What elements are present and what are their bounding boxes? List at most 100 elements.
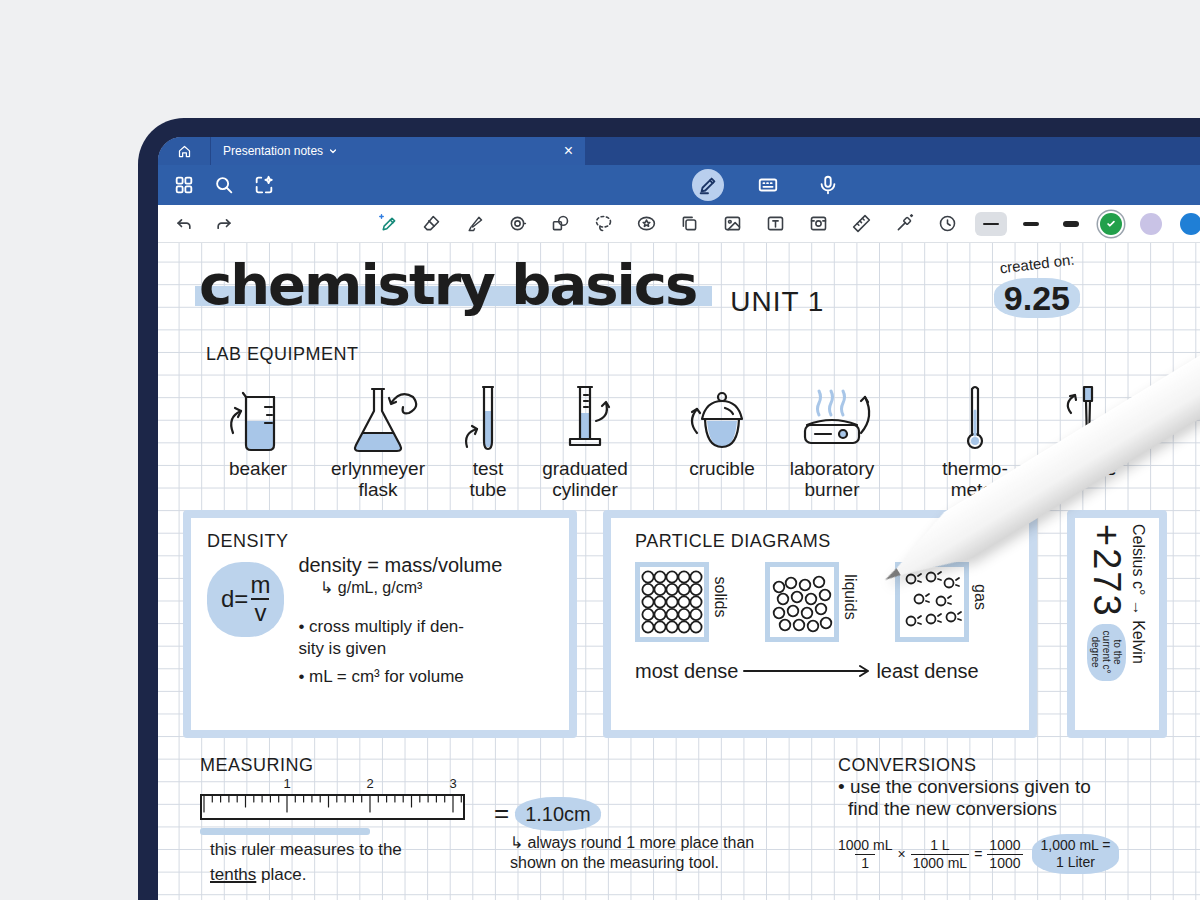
- density-bullets: • cross multiply if den-sity is given • m…: [298, 616, 502, 688]
- color-swatch[interactable]: [1140, 213, 1162, 235]
- particle-diagram: solids: [635, 562, 731, 642]
- stroke-width-line-icon[interactable]: [1063, 221, 1079, 227]
- main-toolbar: [158, 165, 1200, 205]
- eraser-icon[interactable]: [421, 213, 442, 234]
- density-bullet-line: • cross multiply if den-: [298, 616, 502, 638]
- stroke-width-swatch[interactable]: [1015, 212, 1047, 236]
- fraction-numerator: 1 L: [930, 837, 949, 853]
- concept-boxes: DENSITYd=mvdensity = mass/volume↳ g/mL, …: [183, 510, 1200, 738]
- tool-button[interactable]: [582, 205, 625, 243]
- search-icon[interactable]: [213, 174, 235, 196]
- stroke-width-swatch[interactable]: [1055, 212, 1087, 236]
- redo-icon[interactable]: [214, 214, 234, 234]
- section-heading: DENSITY: [207, 530, 553, 552]
- beaker-icon: [213, 381, 303, 456]
- home-button[interactable]: [158, 137, 210, 165]
- undo-button[interactable]: [164, 205, 204, 243]
- conversion-answer: 1,000 mL =1 Liter: [1032, 834, 1120, 874]
- tool-button[interactable]: [926, 205, 969, 243]
- sticker-icon[interactable]: [636, 213, 657, 234]
- tool-button[interactable]: [754, 205, 797, 243]
- density-content: d=mvdensity = mass/volume↳ g/mL, g/cm³• …: [207, 552, 553, 688]
- kelvin-note: to thecurrent c°degree: [1087, 624, 1126, 681]
- mode-ring[interactable]: [812, 169, 844, 201]
- particle-frame: [895, 562, 969, 642]
- ruler-caption-end: tenths place.: [200, 864, 480, 885]
- check-icon[interactable]: [1104, 217, 1118, 231]
- equipment-label-line: thermo-: [942, 458, 1007, 479]
- equipment-item: pipette: [1043, 381, 1133, 500]
- stroke-width-line-icon[interactable]: [1023, 222, 1039, 226]
- stroke-width-swatch[interactable]: [975, 212, 1007, 236]
- ruler-tick-label: 1: [283, 777, 290, 790]
- times-sign: ×: [897, 844, 905, 865]
- stroke-width-button[interactable]: [1011, 205, 1051, 243]
- tool-button[interactable]: [453, 205, 496, 243]
- color-button[interactable]: [1091, 205, 1131, 243]
- tool-button[interactable]: [367, 205, 410, 243]
- stroke-width-button[interactable]: [971, 205, 1011, 243]
- tool-button[interactable]: [711, 205, 754, 243]
- search-button[interactable]: [204, 165, 244, 205]
- tool-button[interactable]: [539, 205, 582, 243]
- highlighter-icon[interactable]: [464, 213, 485, 234]
- tool-button[interactable]: [668, 205, 711, 243]
- close-tab-button[interactable]: ×: [562, 143, 575, 159]
- tool-button[interactable]: [883, 205, 926, 243]
- laser-icon[interactable]: [894, 213, 915, 234]
- density-bullet: • mL = cm³ for volume: [298, 666, 502, 688]
- tool-button[interactable]: [496, 205, 539, 243]
- section-heading: LAB EQUIPMENT: [206, 343, 1200, 365]
- stroke-width-button[interactable]: [1051, 205, 1091, 243]
- image-icon[interactable]: [722, 213, 743, 234]
- pen-icon[interactable]: [378, 213, 399, 234]
- ruler-icon[interactable]: [851, 213, 872, 234]
- shapes-icon[interactable]: [550, 213, 571, 234]
- tool-button[interactable]: [797, 205, 840, 243]
- keyboard-icon[interactable]: [757, 174, 779, 196]
- equipment-label-line: flask: [331, 479, 425, 500]
- copy-icon[interactable]: [679, 213, 700, 234]
- home-icon[interactable]: [177, 144, 192, 159]
- tab-title[interactable]: Presentation notes: [223, 142, 323, 160]
- tool-button[interactable]: [410, 205, 453, 243]
- input-mode-button[interactable]: [748, 165, 788, 205]
- stylus-icon: [0, 118, 1200, 900]
- chevron-down-icon[interactable]: [327, 145, 339, 157]
- note-page[interactable]: chemistry basicsUNIT 1created on:9.25LAB…: [158, 243, 1200, 900]
- text-icon[interactable]: [765, 213, 786, 234]
- input-mode-button[interactable]: [688, 165, 728, 205]
- reading-column: =1.10cm↳ always round 1 more place thans…: [480, 794, 754, 885]
- ruler-caption: this ruler measures to the: [200, 839, 480, 860]
- color-swatch[interactable]: [1180, 213, 1200, 235]
- color-swatch[interactable]: [1100, 213, 1122, 235]
- conversion-fraction: 1 L1000 mL: [911, 837, 969, 870]
- undo-icon[interactable]: [174, 214, 194, 234]
- input-mode-button[interactable]: [808, 165, 848, 205]
- lasso-icon[interactable]: [593, 213, 614, 234]
- equals-sign: =: [494, 794, 509, 833]
- conversion-answer-line: 1 Liter: [1041, 854, 1111, 871]
- tool-button[interactable]: [625, 205, 668, 243]
- color-button[interactable]: [1171, 205, 1200, 243]
- note-tab[interactable]: Presentation notes ×: [210, 137, 585, 165]
- stroke-width-line-icon[interactable]: [983, 223, 999, 225]
- camera-icon[interactable]: [808, 213, 829, 234]
- grid-button[interactable]: [164, 165, 204, 205]
- density-bullet-line: sity is given: [298, 638, 502, 660]
- fraction-denominator: 1: [855, 854, 875, 871]
- ai-select-icon[interactable]: [253, 174, 275, 196]
- mode-ring[interactable]: [752, 169, 784, 201]
- ai-select-button[interactable]: [244, 165, 284, 205]
- redo-button[interactable]: [204, 205, 244, 243]
- elements-icon[interactable]: [507, 213, 528, 234]
- color-button[interactable]: [1131, 205, 1171, 243]
- timer-icon[interactable]: [937, 213, 958, 234]
- grid-icon[interactable]: [173, 174, 195, 196]
- tool-button[interactable]: [840, 205, 883, 243]
- handwriting-icon[interactable]: [697, 174, 719, 196]
- mode-ring[interactable]: [692, 169, 724, 201]
- ruler-tick-label: 2: [366, 777, 373, 790]
- fraction-denominator: 1000 mL: [911, 854, 969, 871]
- dictation-icon[interactable]: [817, 174, 839, 196]
